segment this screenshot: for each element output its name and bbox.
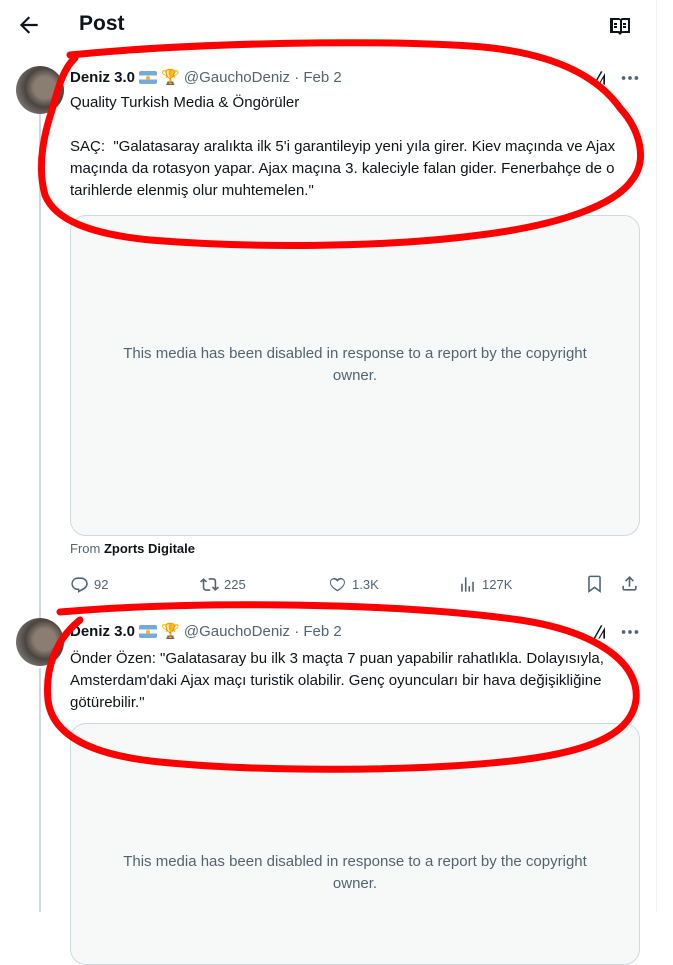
post-header: Deniz 3.0 🏆 @GauchoDeniz · Feb 2 bbox=[70, 68, 342, 86]
more-options-icon[interactable] bbox=[619, 622, 641, 642]
source-attribution: From Zports Digitale bbox=[70, 541, 195, 556]
back-arrow-icon[interactable] bbox=[16, 12, 42, 38]
heart-icon bbox=[329, 577, 345, 591]
share-icon[interactable] bbox=[620, 574, 639, 593]
repost-count: 225 bbox=[224, 576, 246, 592]
post-date[interactable]: · Feb 2 bbox=[294, 69, 342, 86]
display-name[interactable]: Deniz 3.0 bbox=[70, 623, 135, 640]
avatar[interactable] bbox=[16, 66, 64, 114]
post-text: Quality Turkish Media & Öngörüler SAÇ: "… bbox=[70, 94, 616, 199]
post-header: Deniz 3.0 🏆 @GauchoDeniz · Feb 2 bbox=[70, 622, 342, 640]
reply-count: 92 bbox=[94, 576, 109, 592]
trophy-icon: 🏆 bbox=[161, 623, 180, 640]
like-button[interactable]: 1.3K bbox=[328, 573, 379, 595]
thread-connector bbox=[39, 114, 41, 624]
user-handle[interactable]: @GauchoDeniz bbox=[184, 69, 290, 86]
from-label: From bbox=[70, 541, 101, 556]
avatar[interactable] bbox=[16, 618, 64, 666]
page-title: Post bbox=[79, 12, 125, 35]
reply-icon bbox=[71, 576, 88, 593]
views-count: 127K bbox=[482, 576, 513, 592]
media-disabled-message: This media has been disabled in response… bbox=[123, 345, 587, 384]
bookmark-icon[interactable] bbox=[585, 574, 604, 593]
display-name[interactable]: Deniz 3.0 bbox=[70, 69, 135, 86]
trophy-icon: 🏆 bbox=[161, 69, 180, 86]
source-name[interactable]: Zports Digitale bbox=[104, 541, 195, 556]
disabled-media[interactable]: This media has been disabled in response… bbox=[70, 723, 640, 965]
post-actions: 92 225 1.3K 127K bbox=[70, 573, 640, 595]
page-header: Post bbox=[0, 0, 656, 52]
reader-mode-icon[interactable] bbox=[608, 14, 632, 38]
media-disabled-message: This media has been disabled in response… bbox=[123, 853, 587, 892]
post-text: Önder Özen: "Galatasaray bu ilk 3 maçta … bbox=[70, 650, 608, 711]
user-handle[interactable]: @GauchoDeniz bbox=[184, 623, 290, 640]
column-divider bbox=[656, 0, 657, 912]
like-count: 1.3K bbox=[352, 576, 379, 592]
more-options-icon[interactable] bbox=[619, 68, 641, 88]
post-date[interactable]: · Feb 2 bbox=[294, 623, 342, 640]
views-button[interactable]: 127K bbox=[458, 573, 512, 595]
argentina-flag-icon bbox=[139, 625, 158, 638]
grok-icon[interactable] bbox=[590, 68, 610, 88]
argentina-flag-icon bbox=[139, 71, 158, 84]
repost-icon bbox=[200, 577, 219, 591]
disabled-media[interactable]: This media has been disabled in response… bbox=[70, 215, 640, 536]
views-chart-icon bbox=[461, 576, 474, 592]
repost-button[interactable]: 225 bbox=[200, 573, 246, 595]
grok-icon[interactable] bbox=[590, 622, 610, 642]
thread-connector bbox=[39, 668, 41, 912]
reply-button[interactable]: 92 bbox=[70, 573, 108, 595]
